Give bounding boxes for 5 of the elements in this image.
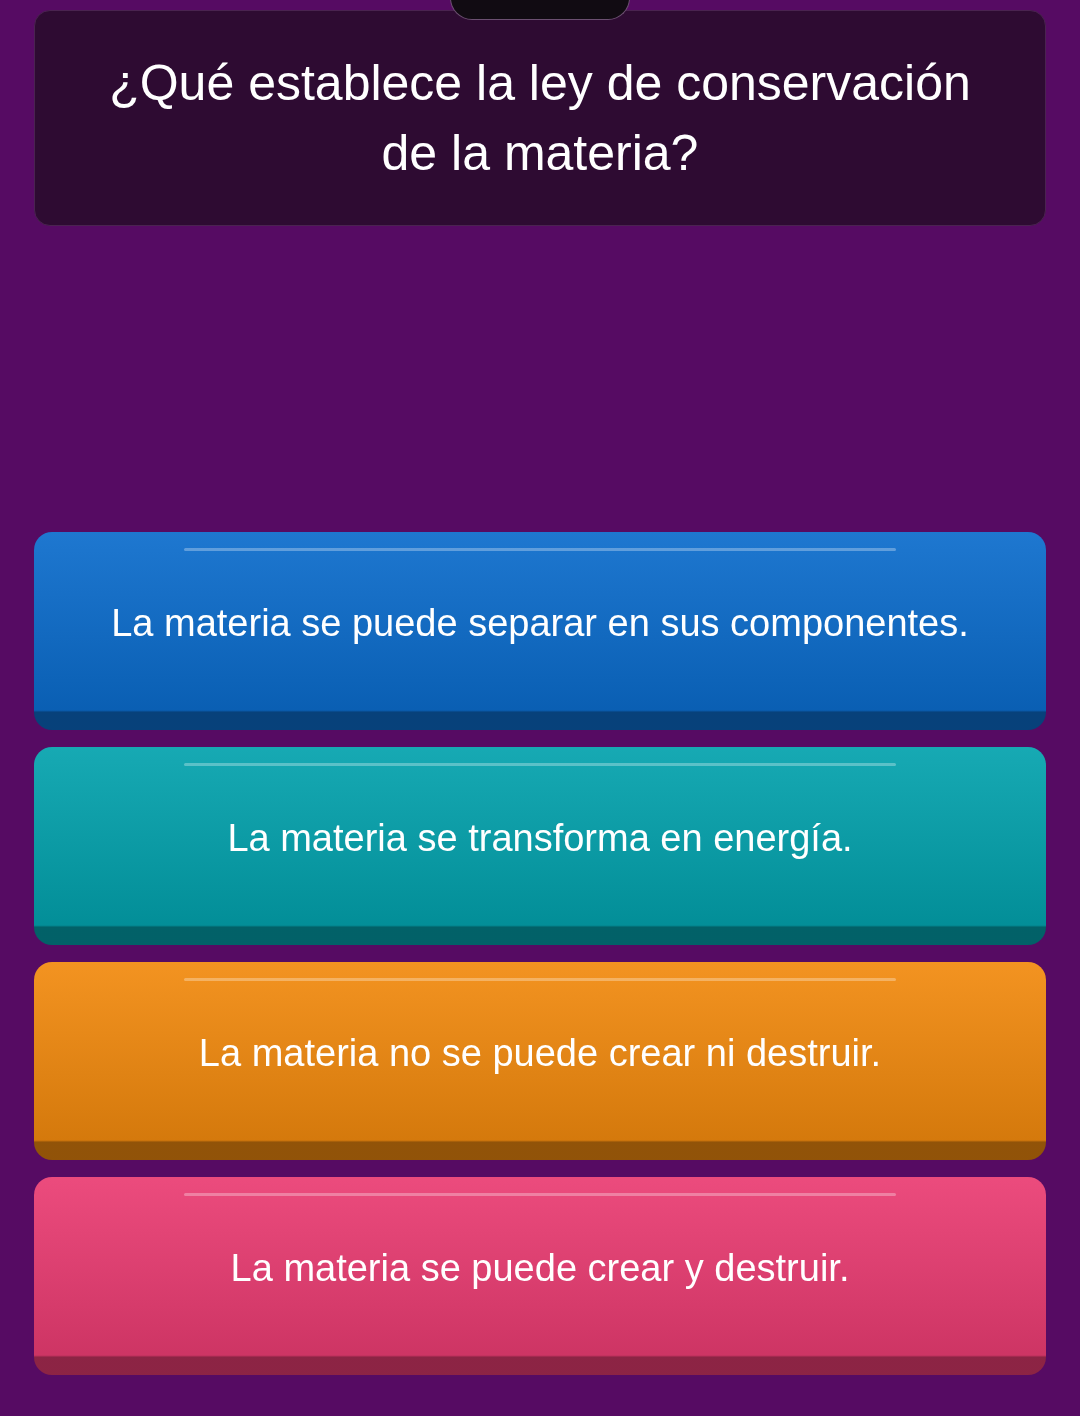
answer-button[interactable]: La materia se transforma en energía.: [34, 747, 1046, 945]
answer-button[interactable]: La materia se puede crear y destruir.: [34, 1177, 1046, 1375]
question-text: ¿Qué establece la ley de conservación de la materia?: [108, 54, 972, 183]
answer-button[interactable]: La materia se puede separar en sus componentes.: [34, 532, 1046, 730]
answer-button[interactable]: La materia no se puede crear ni destruir.: [34, 962, 1046, 1160]
